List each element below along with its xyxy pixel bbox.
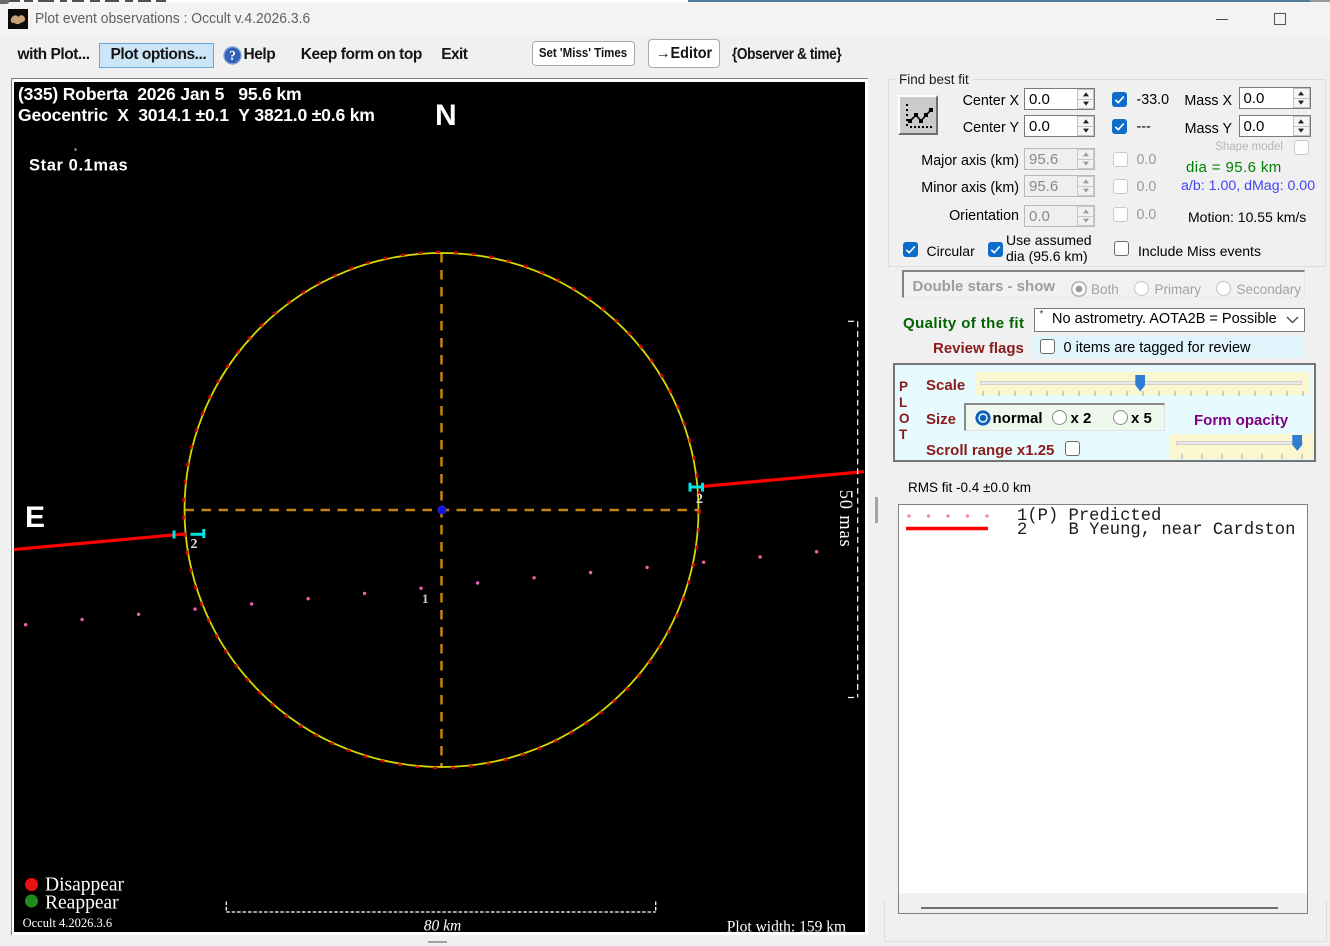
svg-text:N: N	[435, 99, 457, 132]
svg-text:Reappear: Reappear	[45, 893, 119, 914]
svg-text:Occult 4.2026.3.6: Occult 4.2026.3.6	[23, 916, 113, 930]
svg-text:1: 1	[422, 591, 429, 606]
svg-text:Plot width: 159 km: Plot width: 159 km	[727, 919, 846, 933]
svg-text:Star 0.1mas: Star 0.1mas	[29, 157, 128, 175]
svg-text:50 mas: 50 mas	[835, 490, 855, 548]
svg-text:2: 2	[696, 492, 703, 507]
svg-text:E: E	[25, 501, 45, 534]
svg-text:(335) Roberta 2026 Jan 5 95: (335) Roberta 2026 Jan 5 95.6 km	[18, 84, 301, 104]
svg-text:Geocentric X 3014.1 ±0.1 Y: Geocentric X 3014.1 ±0.1 Y 3821.0 ±0.6 k…	[18, 105, 375, 125]
svg-text:80 km: 80 km	[424, 918, 461, 933]
svg-text:2: 2	[191, 537, 198, 552]
svg-text:?: ?	[229, 48, 236, 63]
